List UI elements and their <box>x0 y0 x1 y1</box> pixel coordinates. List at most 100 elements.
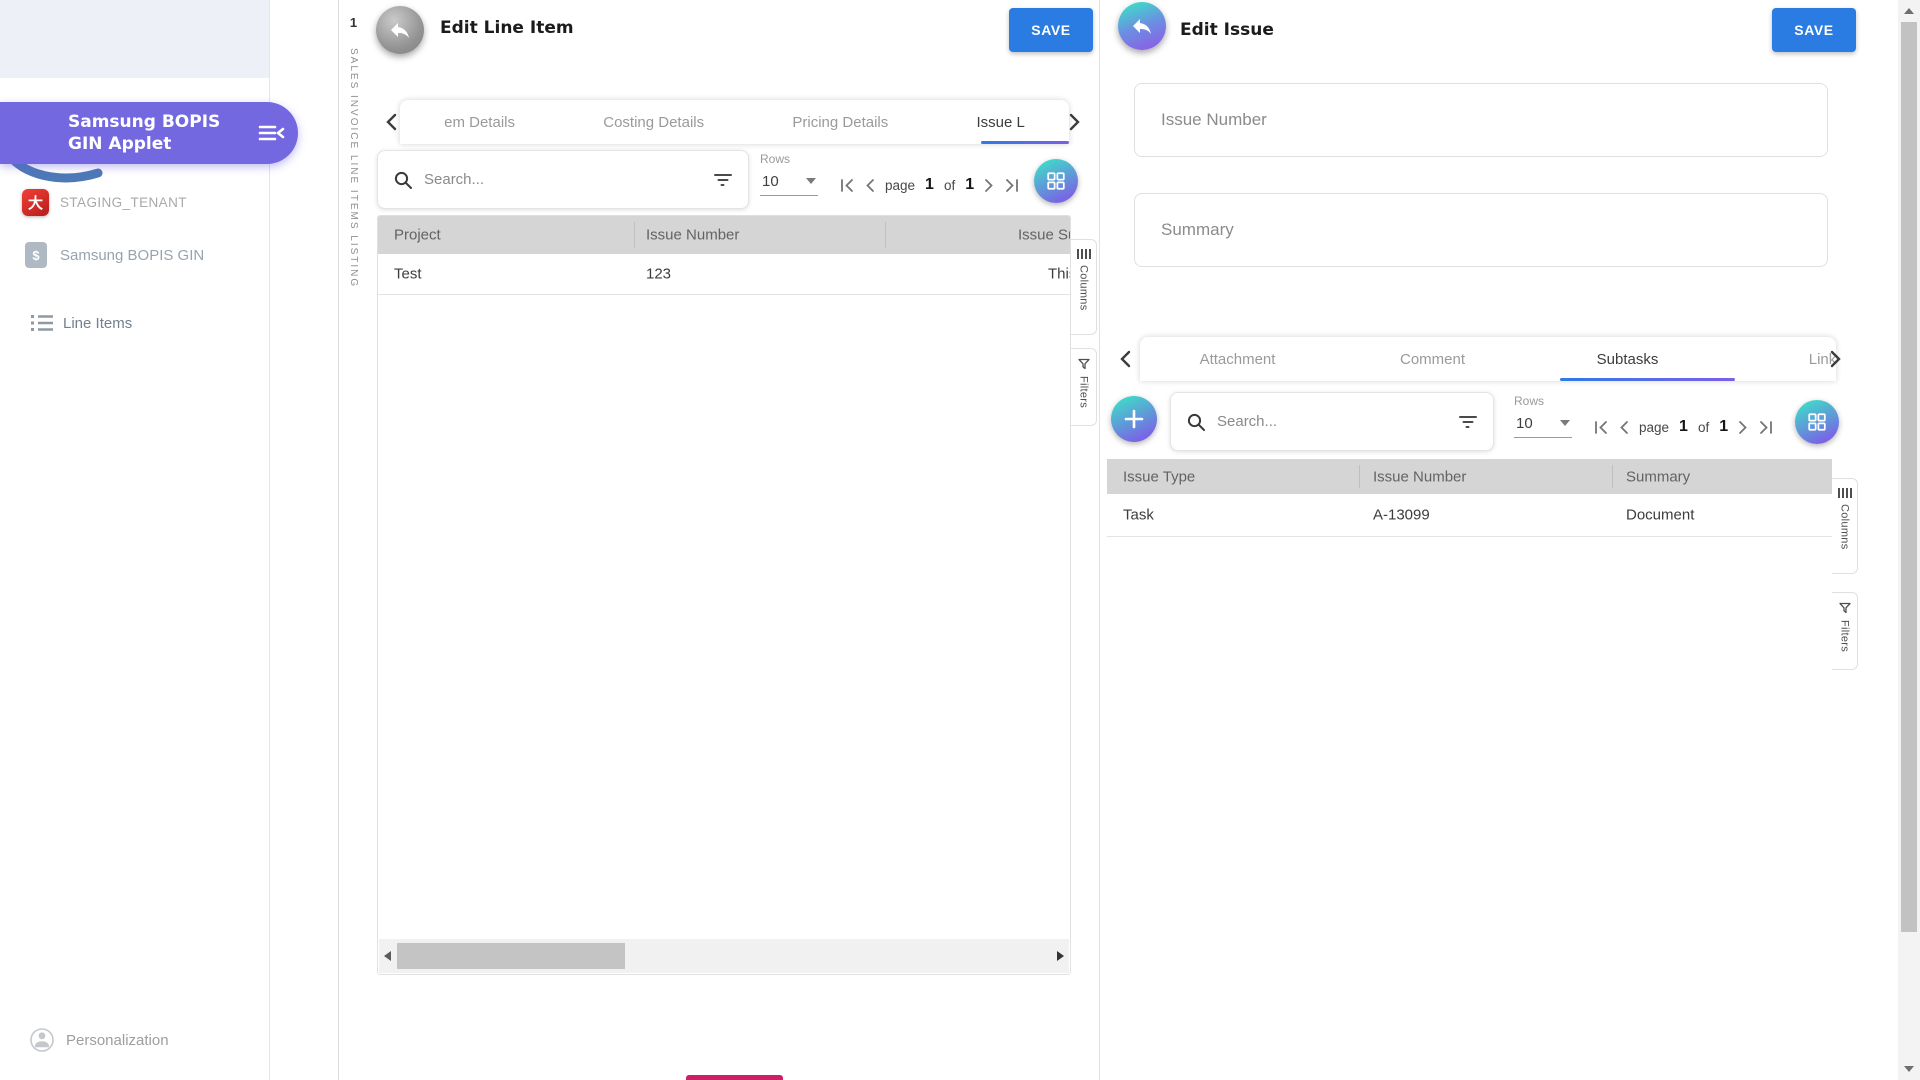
prev-page-icon[interactable] <box>865 178 875 193</box>
add-subtask-button[interactable] <box>1111 396 1157 442</box>
document-dollar-icon: $ <box>25 242 47 268</box>
panel-title: Edit Issue <box>1180 20 1274 40</box>
column-header-issue-number[interactable]: Issue Number <box>646 227 739 244</box>
listing-vertical-label: SALES INVOICE LINE ITEMS LISTING <box>348 48 359 288</box>
sidebar-item-label: STAGING_TENANT <box>60 195 187 210</box>
grid-icon <box>1806 411 1828 433</box>
sidebar-item-samsung-bopis-gin[interactable]: $ Samsung BOPIS GIN <box>0 232 270 278</box>
tab-costing-details[interactable]: Costing Details <box>559 100 748 144</box>
cell-issue-number: 123 <box>646 266 671 283</box>
tab-pricing-details[interactable]: Pricing Details <box>748 100 932 144</box>
cell-issue-type: Task <box>1123 507 1154 524</box>
column-header-issue-type[interactable]: Issue Type <box>1123 468 1195 485</box>
table-row[interactable]: Task A-13099 Document <box>1107 494 1832 537</box>
tabs-scroll-right-icon[interactable] <box>1824 347 1846 371</box>
filters-side-tab[interactable]: Filters <box>1832 592 1858 670</box>
summary-field[interactable]: Summary <box>1134 193 1828 267</box>
tabs-scroll-right-icon[interactable] <box>1063 110 1085 134</box>
current-page: 1 <box>925 176 934 194</box>
prev-page-icon[interactable] <box>1619 420 1629 435</box>
filter-icon[interactable] <box>1459 414 1477 430</box>
filters-tab-label: Filters <box>1078 376 1090 408</box>
table-header: Project Issue Number Issue Sur <box>378 216 1070 254</box>
save-button[interactable]: SAVE <box>1772 8 1856 52</box>
sidebar-item-line-items[interactable]: Line Items <box>0 300 270 346</box>
rows-per-page-select[interactable]: 10 <box>1514 412 1572 438</box>
issue-number-field-label: Issue Number <box>1161 110 1267 130</box>
bottom-action-peek[interactable] <box>686 1075 783 1080</box>
reply-arrow-icon <box>388 18 412 42</box>
rows-value: 10 <box>1516 415 1533 432</box>
list-icon <box>30 312 54 334</box>
views-button[interactable] <box>1034 159 1078 203</box>
app-screen: Samsung BOPIS GIN Applet 大 STAGING_TENAN… <box>0 0 1920 1080</box>
save-button[interactable]: SAVE <box>1009 8 1093 52</box>
listing-index-number: 1 <box>339 15 368 30</box>
tabs-scroll-left-icon[interactable] <box>380 110 402 134</box>
scroll-up-icon[interactable] <box>1904 8 1914 14</box>
scrollbar-thumb[interactable] <box>397 943 625 969</box>
rows-per-page-select[interactable]: 10 <box>760 170 818 196</box>
column-header-issue-number[interactable]: Issue Number <box>1373 468 1466 485</box>
column-header-summary[interactable]: Summary <box>1626 468 1690 485</box>
next-page-icon[interactable] <box>984 178 994 193</box>
total-pages: 1 <box>965 176 974 194</box>
table-row[interactable]: Test 123 This <box>378 254 1070 295</box>
applet-title: Samsung BOPIS GIN Applet <box>68 111 220 155</box>
tab-subtasks[interactable]: Subtasks <box>1530 337 1725 381</box>
tab-attachment[interactable]: Attachment <box>1140 337 1335 381</box>
columns-icon <box>1077 249 1091 259</box>
reply-arrow-icon <box>1130 14 1154 38</box>
column-header-project[interactable]: Project <box>394 227 441 244</box>
search-box <box>377 150 749 209</box>
horizontal-scrollbar[interactable] <box>379 939 1069 973</box>
filters-tab-label: Filters <box>1839 620 1851 652</box>
rows-label: Rows <box>1514 394 1572 408</box>
search-icon <box>393 170 413 190</box>
columns-tab-label: Columns <box>1078 265 1090 311</box>
vertical-scrollbar[interactable] <box>1898 0 1920 1080</box>
rows-value: 10 <box>762 173 779 190</box>
edit-line-item-panel: Edit Line Item SAVE em Details Costing D… <box>368 0 1100 1080</box>
issue-number-field[interactable]: Issue Number <box>1134 83 1828 157</box>
scroll-left-icon[interactable] <box>384 951 391 961</box>
menu-collapse-icon[interactable] <box>254 116 288 150</box>
filter-icon[interactable] <box>714 172 732 188</box>
plus-icon <box>1124 409 1144 429</box>
columns-side-tab[interactable]: Columns <box>1071 239 1097 335</box>
sidebar-item-staging-tenant[interactable]: 大 STAGING_TENANT <box>0 179 270 225</box>
tab-comment[interactable]: Comment <box>1335 337 1530 381</box>
rows-control: Rows 10 <box>1514 394 1572 438</box>
views-button[interactable] <box>1795 400 1839 444</box>
columns-tab-label: Columns <box>1839 504 1851 550</box>
first-page-icon[interactable] <box>1594 420 1609 435</box>
back-button[interactable] <box>376 6 424 54</box>
chevron-down-icon <box>1560 420 1570 426</box>
pagination: page 1 of 1 <box>840 172 1019 198</box>
search-input[interactable] <box>424 151 646 208</box>
first-page-icon[interactable] <box>840 178 855 193</box>
back-button[interactable] <box>1118 2 1166 50</box>
sidebar-item-label: Line Items <box>63 315 132 332</box>
columns-icon <box>1838 488 1852 498</box>
tabs-scroll-left-icon[interactable] <box>1114 347 1136 371</box>
columns-side-tab[interactable]: Columns <box>1832 478 1858 574</box>
tab-link[interactable]: Link <box>1725 337 1836 381</box>
last-page-icon[interactable] <box>1758 420 1773 435</box>
column-header-issue-summary[interactable]: Issue Sur <box>1018 227 1071 244</box>
scroll-right-icon[interactable] <box>1057 951 1064 961</box>
tab-issue[interactable]: Issue L <box>932 100 1069 144</box>
summary-field-label: Summary <box>1161 220 1234 240</box>
next-page-icon[interactable] <box>1738 420 1748 435</box>
applet-title-pill[interactable]: Samsung BOPIS GIN Applet <box>0 102 298 164</box>
of-word: of <box>1698 420 1709 435</box>
scrollbar-thumb[interactable] <box>1901 22 1917 932</box>
filters-side-tab[interactable]: Filters <box>1071 348 1097 426</box>
sidebar-item-label: Personalization <box>66 1032 169 1049</box>
sidebar-item-personalization[interactable]: Personalization <box>0 1017 270 1063</box>
tab-item-details[interactable]: em Details <box>400 100 559 144</box>
table-header: Issue Type Issue Number Summary <box>1107 459 1832 494</box>
search-input[interactable] <box>1217 393 1410 450</box>
scroll-down-icon[interactable] <box>1904 1066 1914 1072</box>
last-page-icon[interactable] <box>1004 178 1019 193</box>
